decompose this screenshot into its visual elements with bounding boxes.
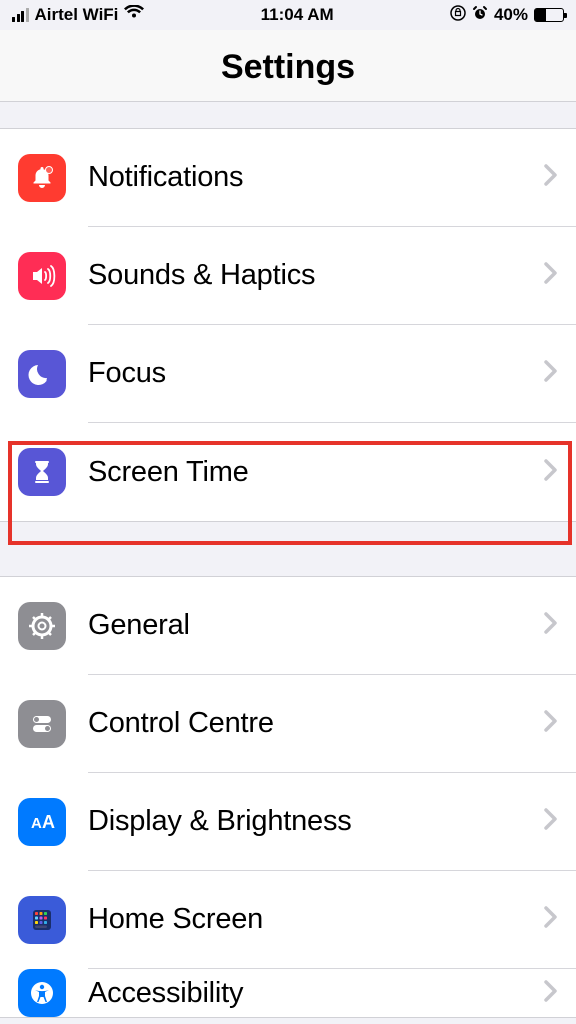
row-label: Focus: [88, 357, 544, 390]
row-screen-time[interactable]: Screen Time: [0, 423, 576, 521]
row-label: Screen Time: [88, 456, 544, 489]
chevron-right-icon: [544, 980, 558, 1007]
svg-text:A: A: [31, 815, 42, 832]
carrier-label: Airtel WiFi: [35, 5, 119, 25]
app-grid-icon: [18, 896, 66, 944]
settings-section-2: General Control Centre AA Display & Brig…: [0, 576, 576, 1018]
text-size-icon: AA: [18, 798, 66, 846]
row-label: Control Centre: [88, 707, 544, 740]
bell-icon: [18, 154, 66, 202]
row-label: Sounds & Haptics: [88, 259, 544, 292]
svg-text:A: A: [42, 812, 55, 832]
chevron-right-icon: [544, 459, 558, 486]
row-label: Accessibility: [88, 977, 544, 1010]
wifi-icon: [124, 5, 144, 25]
nav-header: Settings: [0, 30, 576, 102]
chevron-right-icon: [544, 808, 558, 835]
row-notifications[interactable]: Notifications: [0, 129, 576, 227]
moon-icon: [18, 350, 66, 398]
row-label: Notifications: [88, 161, 544, 194]
row-home-screen[interactable]: Home Screen: [0, 871, 576, 969]
chevron-right-icon: [544, 360, 558, 387]
battery-icon: [534, 8, 564, 22]
battery-percent: 40%: [494, 5, 528, 25]
row-label: Display & Brightness: [88, 805, 544, 838]
row-accessibility[interactable]: Accessibility: [0, 969, 576, 1017]
cellular-signal-icon: [12, 8, 29, 22]
row-focus[interactable]: Focus: [0, 325, 576, 423]
chevron-right-icon: [544, 710, 558, 737]
row-label: Home Screen: [88, 903, 544, 936]
chevron-right-icon: [544, 262, 558, 289]
status-bar: Airtel WiFi 11:04 AM 40%: [0, 0, 576, 30]
chevron-right-icon: [544, 612, 558, 639]
row-sounds-haptics[interactable]: Sounds & Haptics: [0, 227, 576, 325]
chevron-right-icon: [544, 164, 558, 191]
settings-section-1: Notifications Sounds & Haptics Focus Scr…: [0, 128, 576, 522]
hourglass-icon: [18, 448, 66, 496]
speaker-icon: [18, 252, 66, 300]
row-display-brightness[interactable]: AA Display & Brightness: [0, 773, 576, 871]
chevron-right-icon: [544, 906, 558, 933]
clock: 11:04 AM: [261, 5, 334, 25]
page-title: Settings: [0, 48, 576, 87]
accessibility-icon: [18, 969, 66, 1017]
orientation-lock-icon: [450, 5, 466, 26]
switches-icon: [18, 700, 66, 748]
row-control-centre[interactable]: Control Centre: [0, 675, 576, 773]
gear-icon: [18, 602, 66, 650]
row-general[interactable]: General: [0, 577, 576, 675]
alarm-icon: [472, 5, 488, 26]
row-label: General: [88, 609, 544, 642]
